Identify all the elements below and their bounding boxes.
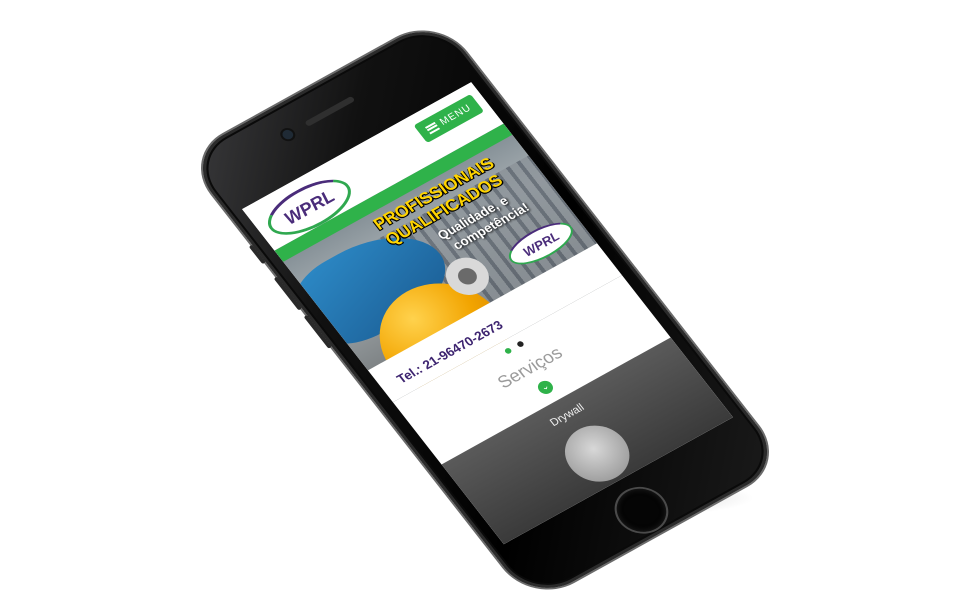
chevron-down-icon[interactable]: ⌄ xyxy=(534,378,556,397)
hamburger-icon xyxy=(424,121,440,135)
mute-switch xyxy=(248,244,266,265)
menu-button[interactable]: MENU xyxy=(413,93,485,144)
carousel-dot-2[interactable] xyxy=(515,340,525,348)
carousel-dot-1[interactable] xyxy=(503,347,513,355)
service-card[interactable]: Drywall xyxy=(441,337,733,545)
phone-device: WPRL MENU PROFISSIONAIS QUALIFICADOS Qua… xyxy=(183,16,787,604)
mockup-scene: WPRL MENU PROFISSIONAIS QUALIFICADOS Qua… xyxy=(0,0,960,604)
service-card-image xyxy=(552,415,643,493)
front-camera xyxy=(280,128,296,142)
earpiece-speaker xyxy=(304,95,356,127)
phone-screen: WPRL MENU PROFISSIONAIS QUALIFICADOS Qua… xyxy=(242,82,733,545)
home-button[interactable] xyxy=(607,480,676,540)
menu-label: MENU xyxy=(437,102,474,128)
